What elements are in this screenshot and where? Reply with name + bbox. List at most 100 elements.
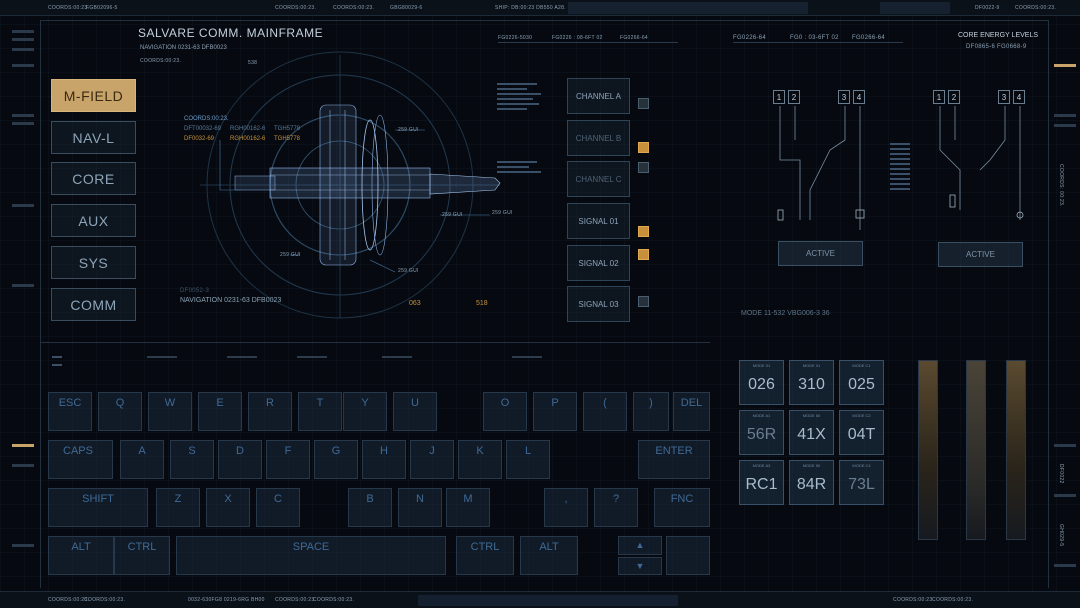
mid-code: FG0226-5030 (498, 35, 533, 41)
key-q[interactable]: Q (98, 392, 142, 431)
mode-value: 41X (797, 426, 826, 443)
key-esc[interactable]: ESC (48, 392, 92, 431)
key-caps[interactable]: CAPS (48, 440, 113, 479)
key-n[interactable]: N (398, 488, 442, 527)
ship-code: RGH00162-6 (230, 126, 266, 132)
right-rail-text: COORDS: 00:23. (1058, 164, 1064, 207)
energy-bar (1006, 360, 1026, 540)
key-l[interactable]: L (506, 440, 550, 479)
mode-label: MODE 60 (802, 413, 821, 418)
mode-label: MODE A3 (752, 463, 771, 468)
key-del[interactable]: DEL (673, 392, 710, 431)
key-o[interactable]: O (483, 392, 527, 431)
key-alt-right[interactable]: ALT (520, 536, 578, 575)
channel-b-checkbox[interactable] (638, 142, 649, 153)
channel-c-button[interactable]: CHANNEL C (567, 161, 630, 197)
gui-label: 259 GUI (398, 268, 419, 274)
signal-01-checkbox[interactable] (638, 226, 649, 237)
key-a[interactable]: A (120, 440, 164, 479)
menu-aux-button[interactable]: AUX (51, 204, 136, 237)
bottom-strip-panel (418, 595, 678, 606)
mode-cell[interactable]: MODE A1 56R (739, 410, 784, 455)
key-m[interactable]: M (446, 488, 490, 527)
menu-comm-button[interactable]: COMM (51, 288, 136, 321)
top-strip-text: COORDS:00:23. (275, 5, 317, 11)
active-right-button[interactable]: ACTIVE (938, 242, 1023, 267)
mode-cell[interactable]: MODE C4 73L (839, 460, 884, 505)
key-ctrl-right[interactable]: CTRL (456, 536, 514, 575)
key-comma[interactable]: , (544, 488, 588, 527)
key-x[interactable]: X (206, 488, 250, 527)
divider (498, 42, 678, 43)
mode-value: 73L (848, 476, 875, 493)
key-u[interactable]: U (393, 392, 437, 431)
menu-core-button[interactable]: CORE (51, 162, 136, 195)
mode-value: 025 (848, 376, 875, 393)
key-question[interactable]: ? (594, 488, 638, 527)
mode-label: MODE 01 (752, 363, 771, 368)
key-k[interactable]: K (458, 440, 502, 479)
channel-a-button[interactable]: CHANNEL A (567, 78, 630, 114)
mode-label: MODE A1 (752, 413, 771, 418)
key-enter[interactable]: ENTER (638, 440, 710, 479)
key-p[interactable]: P (533, 392, 577, 431)
mode-cell[interactable]: MODE C1 025 (839, 360, 884, 405)
mode-cell[interactable]: MODE 01 026 (739, 360, 784, 405)
key-y[interactable]: Y (343, 392, 387, 431)
signal-03-checkbox[interactable] (638, 296, 649, 307)
key-h[interactable]: H (362, 440, 406, 479)
channel-c-checkbox[interactable] (638, 162, 649, 173)
channel-b-button[interactable]: CHANNEL B (567, 120, 630, 156)
gui-label: 259 GUI (442, 212, 463, 218)
key-r[interactable]: R (248, 392, 292, 431)
mode-value: 84R (796, 476, 827, 493)
channel-a-checkbox[interactable] (638, 98, 649, 109)
right-rail-text: DF0022 (1058, 464, 1064, 484)
key-fnc[interactable]: FNC (654, 488, 710, 527)
code-strip (52, 354, 562, 384)
signal-02-checkbox[interactable] (638, 249, 649, 260)
key-shift[interactable]: SHIFT (48, 488, 148, 527)
mode-cell[interactable]: MODE 60 41X (789, 410, 834, 455)
key-f[interactable]: F (266, 440, 310, 479)
top-strip-text: GBG80029-6 (390, 5, 423, 11)
key-arrow-up[interactable]: ▲ (618, 536, 662, 555)
ship-code: RGH00162-6 (230, 136, 266, 142)
signal-03-button[interactable]: SIGNAL 03 (567, 286, 630, 322)
menu-navl-button[interactable]: NAV-L (51, 121, 136, 154)
mode-cell[interactable]: MODE 50 84R (789, 460, 834, 505)
mode-value: 04T (847, 426, 876, 443)
mode-cell[interactable]: MODE 01 310 (789, 360, 834, 405)
key-paren-close[interactable]: ) (633, 392, 669, 431)
key-z[interactable]: Z (156, 488, 200, 527)
menu-sys-button[interactable]: SYS (51, 246, 136, 279)
menu-mfield-button[interactable]: M-FIELD (51, 79, 136, 112)
key-e[interactable]: E (198, 392, 242, 431)
mode-cell[interactable]: MODE C2 04T (839, 410, 884, 455)
gui-label: 259 GUI (280, 252, 301, 258)
key-t[interactable]: T (298, 392, 342, 431)
mode-label: MODE 01 (802, 363, 821, 368)
energy-bar (966, 360, 986, 540)
active-left-button[interactable]: ACTIVE (778, 241, 863, 266)
key-g[interactable]: G (314, 440, 358, 479)
keyboard: ESC Q W E R T Y U O P ( ) DEL CAPS A S D… (48, 392, 710, 580)
bottom-strip-text: COORDS:00:23. (275, 597, 317, 603)
signal-01-button[interactable]: SIGNAL 01 (567, 203, 630, 239)
mode-cell[interactable]: MODE A3 RC1 (739, 460, 784, 505)
divider (733, 42, 903, 43)
key-w[interactable]: W (148, 392, 192, 431)
bearing-top: 538 (248, 60, 258, 66)
signal-02-button[interactable]: SIGNAL 02 (567, 245, 630, 281)
key-space[interactable]: SPACE (176, 536, 446, 575)
key-paren-open[interactable]: ( (583, 392, 627, 431)
key-blank[interactable] (666, 536, 710, 575)
key-ctrl-left[interactable]: CTRL (114, 536, 170, 575)
key-b[interactable]: B (348, 488, 392, 527)
key-s[interactable]: S (170, 440, 214, 479)
key-arrow-down[interactable]: ▼ (618, 557, 662, 575)
key-c[interactable]: C (256, 488, 300, 527)
key-d[interactable]: D (218, 440, 262, 479)
key-j[interactable]: J (410, 440, 454, 479)
key-alt-left[interactable]: ALT (48, 536, 114, 575)
